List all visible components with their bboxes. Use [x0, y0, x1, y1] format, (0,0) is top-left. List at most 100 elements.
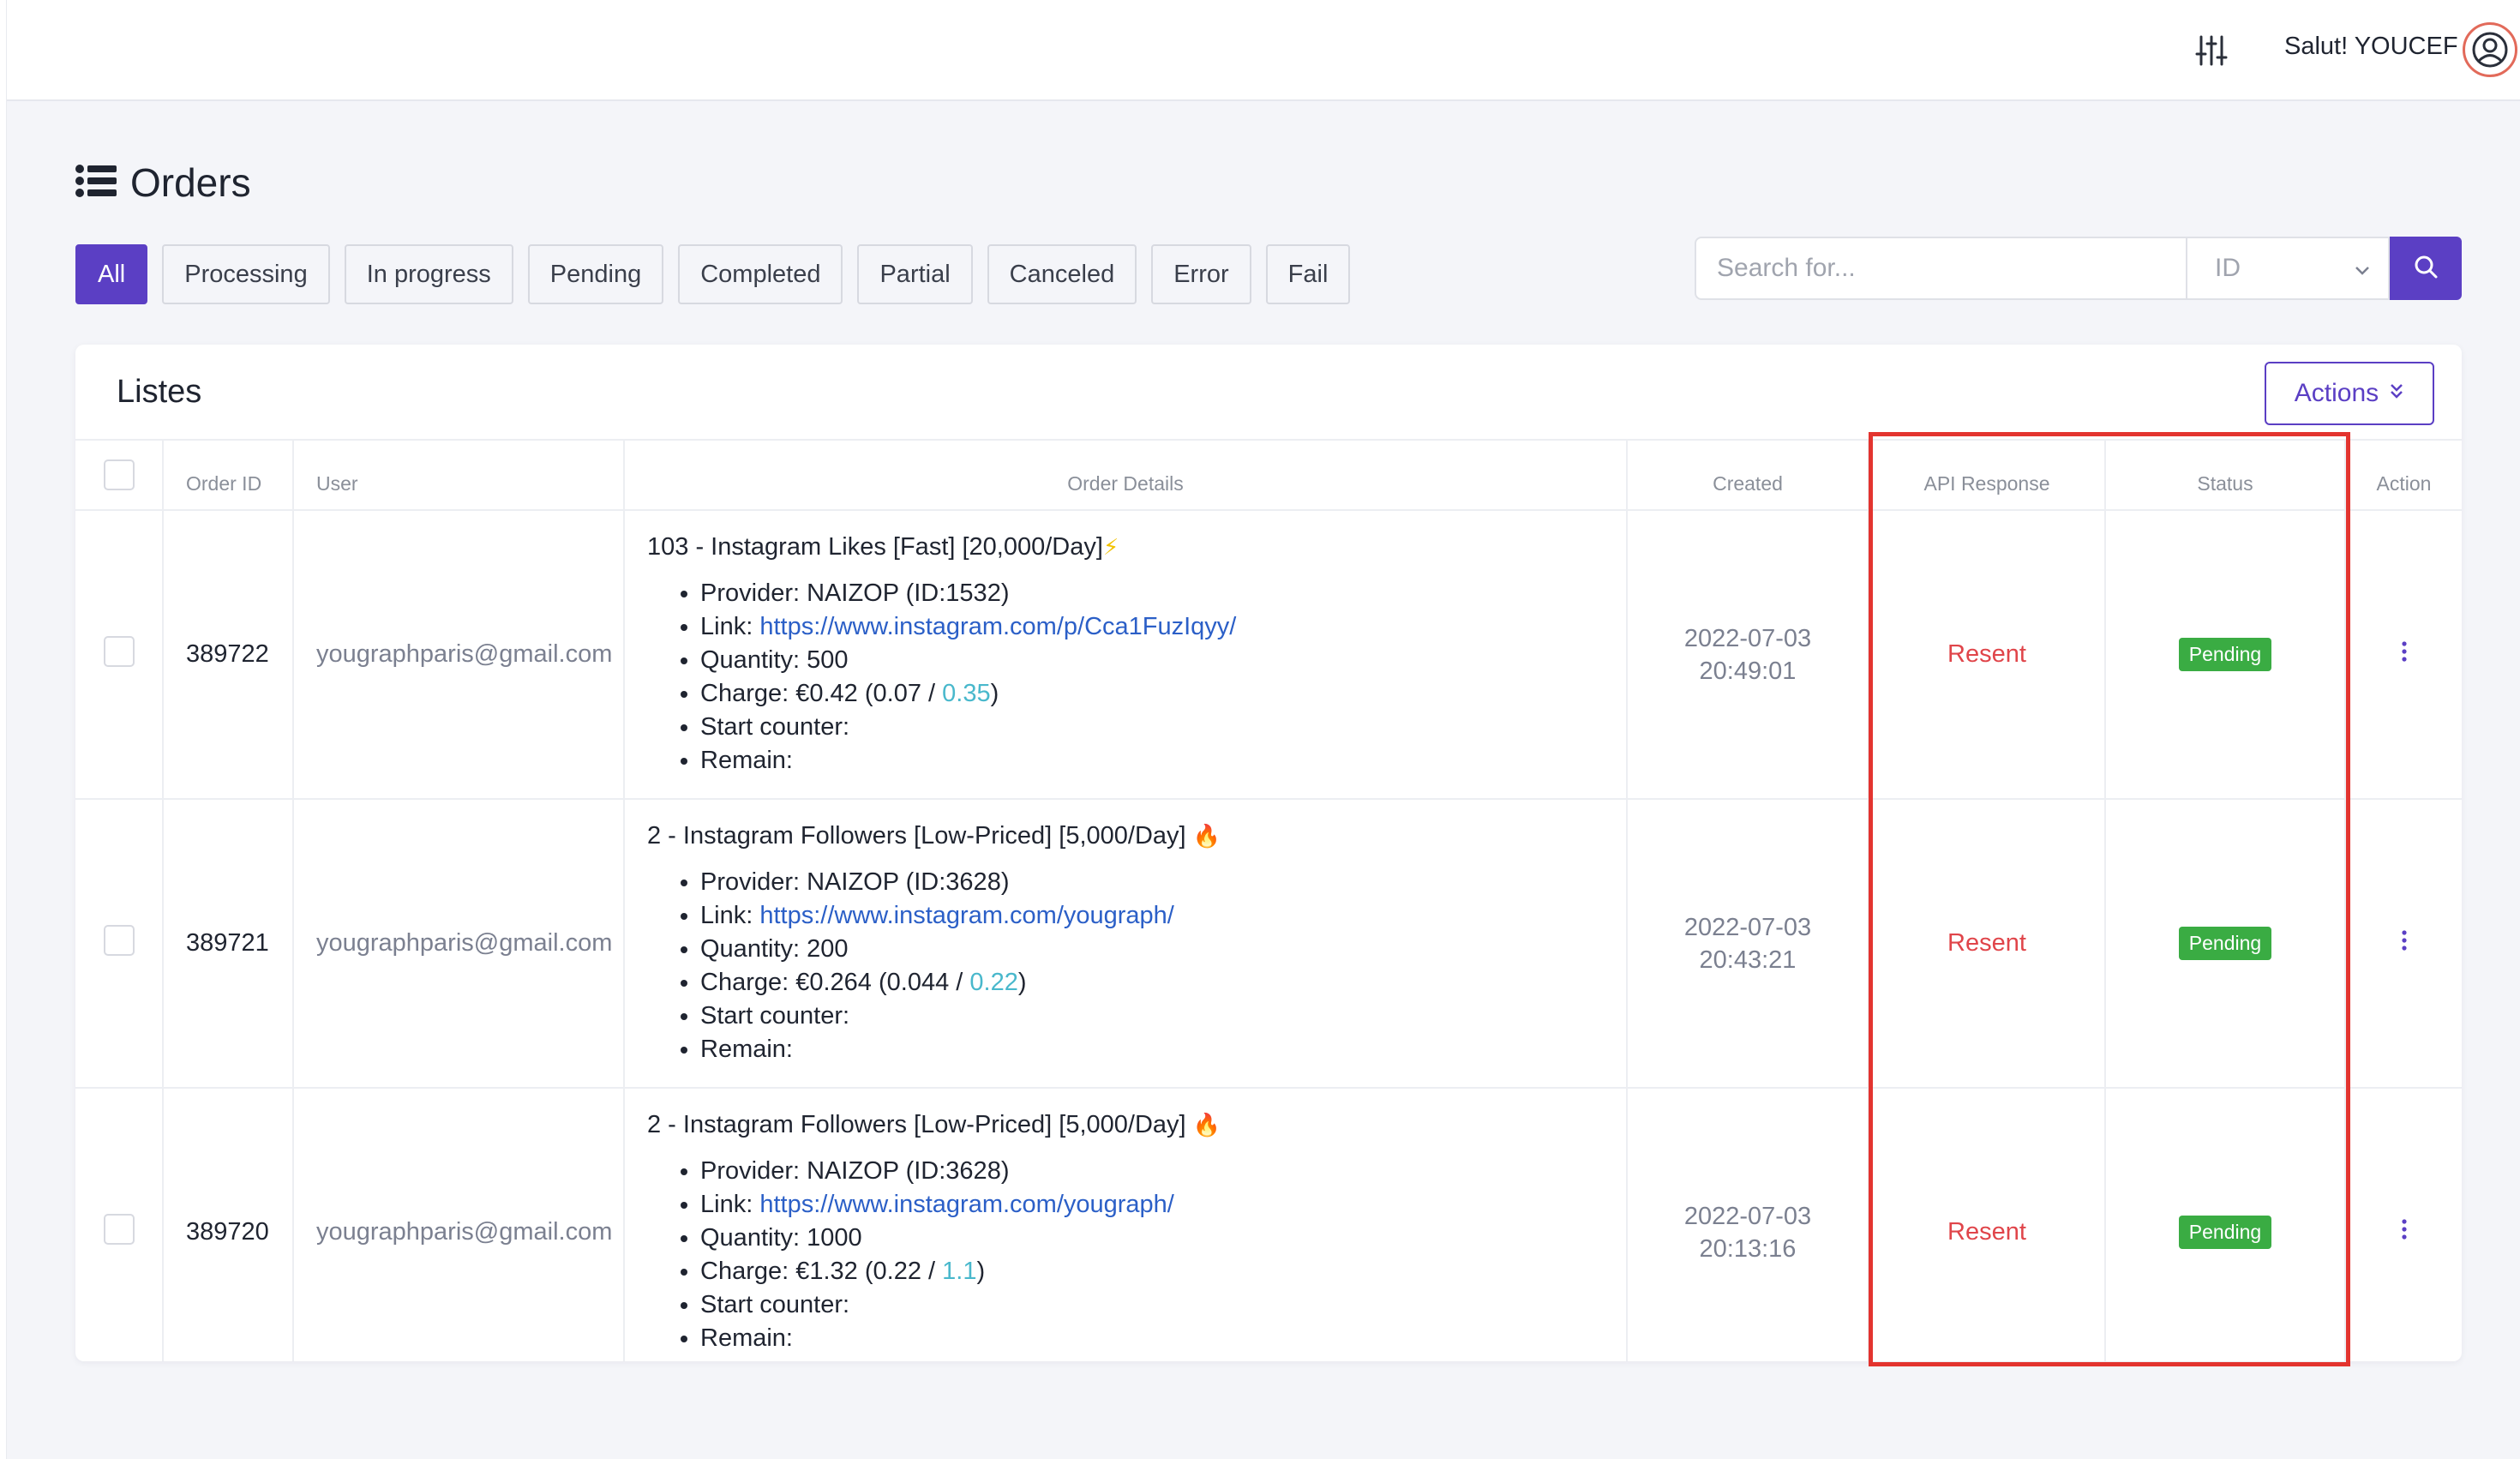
order-link[interactable]: https://www.instagram.com/yougraph/: [759, 1191, 1174, 1218]
charge-rate: 0.22: [969, 969, 1018, 996]
row-action-cell: [2344, 509, 2462, 800]
row-checkbox[interactable]: [103, 1213, 135, 1245]
filter-tab-pending[interactable]: Pending: [527, 244, 664, 304]
filter-tab-error[interactable]: Error: [1151, 244, 1251, 304]
search-field-value: ID: [2215, 254, 2241, 282]
actions-label: Actions: [2294, 379, 2379, 407]
col-user: User: [292, 439, 625, 511]
page-title-text: Orders: [130, 160, 251, 205]
order-user: yougraphparis@gmail.com: [292, 509, 625, 800]
api-response: Resent: [1868, 1087, 2106, 1361]
start-counter: Start counter:: [700, 711, 1604, 744]
order-details: 2 - Instagram Followers [Low-Priced] [5,…: [623, 1087, 1628, 1361]
provider: Provider: NAIZOP (ID:3628): [700, 866, 1604, 899]
sidebar-edge: [0, 0, 7, 1459]
status-badge: Pending: [2178, 638, 2272, 671]
order-id: 389722: [162, 509, 294, 800]
col-created: Created: [1626, 439, 1869, 511]
remain: Remain:: [700, 1033, 1604, 1066]
charge: Charge: €1.32 (0.22 / 1.1): [700, 1255, 1604, 1288]
actions-dropdown-button[interactable]: Actions: [2265, 362, 2434, 425]
provider: Provider: NAIZOP (ID:1532): [700, 577, 1604, 610]
order-id: 389720: [162, 1087, 294, 1361]
user-avatar-icon[interactable]: [2463, 22, 2517, 77]
status-filter-tabs: All Processing In progress Pending Compl…: [75, 244, 1365, 304]
remain: Remain:: [700, 744, 1604, 778]
filter-tab-all[interactable]: All: [75, 244, 148, 304]
remain: Remain:: [700, 1322, 1604, 1355]
filter-tab-completed[interactable]: Completed: [678, 244, 843, 304]
user-greeting[interactable]: Salut! YOUCEF: [2284, 33, 2458, 61]
order-id: 389721: [162, 798, 294, 1089]
row-select-cell: [75, 509, 164, 800]
link-item: Link: https://www.instagram.com/yougraph…: [700, 1188, 1604, 1222]
double-chevron-down-icon: [2389, 379, 2404, 408]
search-input[interactable]: [1695, 237, 2186, 300]
fire-icon: 🔥: [1192, 823, 1221, 849]
created-at: 2022-07-03 20:43:21: [1626, 798, 1869, 1089]
table-header-row: Order ID User Order Details Created API …: [75, 439, 2462, 511]
charge: Charge: €0.42 (0.07 / 0.35): [700, 677, 1604, 711]
filter-tab-in-progress[interactable]: In progress: [344, 244, 513, 304]
more-vertical-icon[interactable]: [2401, 640, 2408, 669]
col-order-id: Order ID: [162, 439, 294, 511]
row-action-cell: [2344, 798, 2462, 1089]
service-name: 2 - Instagram Followers [Low-Priced] [5,…: [647, 1111, 1221, 1138]
more-vertical-icon[interactable]: [2401, 929, 2408, 958]
quantity: Quantity: 1000: [700, 1222, 1604, 1255]
api-response: Resent: [1868, 509, 2106, 800]
order-info-list: Provider: NAIZOP (ID:3628) Link: https:/…: [700, 866, 1604, 1066]
col-status: Status: [2104, 439, 2346, 511]
fire-icon: 🔥: [1192, 1112, 1221, 1138]
row-checkbox[interactable]: [103, 635, 135, 667]
orders-card: Listes Actions Order ID User Order Detai…: [75, 345, 2462, 1361]
status-badge: Pending: [2178, 927, 2272, 960]
status-badge: Pending: [2178, 1216, 2272, 1249]
service-name: 2 - Instagram Followers [Low-Priced] [5,…: [647, 822, 1221, 850]
quantity: Quantity: 500: [700, 644, 1604, 677]
filter-tab-fail[interactable]: Fail: [1265, 244, 1351, 304]
col-order-details: Order Details: [623, 439, 1628, 511]
card-title: Listes: [117, 374, 202, 410]
charge: Charge: €0.264 (0.044 / 0.22): [700, 966, 1604, 1000]
order-info-list: Provider: NAIZOP (ID:1532) Link: https:/…: [700, 577, 1604, 778]
order-details: 103 - Instagram Likes [Fast] [20,000/Day…: [623, 509, 1628, 800]
search-button[interactable]: [2390, 237, 2462, 300]
select-all-cell: [75, 439, 164, 511]
select-all-checkbox[interactable]: [103, 459, 135, 490]
table-row: 389720 yougraphparis@gmail.com 2 - Insta…: [75, 1087, 2462, 1361]
link-item: Link: https://www.instagram.com/yougraph…: [700, 899, 1604, 933]
order-details: 2 - Instagram Followers [Low-Priced] [5,…: [623, 798, 1628, 1089]
order-link[interactable]: https://www.instagram.com/p/Cca1FuzIqyy/: [759, 613, 1236, 640]
filter-tab-canceled[interactable]: Canceled: [987, 244, 1137, 304]
more-vertical-icon[interactable]: [2401, 1218, 2408, 1246]
created-at: 2022-07-03 20:13:16: [1626, 1087, 1869, 1361]
table-row: 389722 yougraphparis@gmail.com 103 - Ins…: [75, 509, 2462, 800]
list-icon: [75, 164, 117, 201]
status-cell: Pending: [2104, 509, 2346, 800]
col-action: Action: [2344, 439, 2462, 511]
row-checkbox[interactable]: [103, 924, 135, 956]
filter-tab-processing[interactable]: Processing: [162, 244, 330, 304]
provider: Provider: NAIZOP (ID:3628): [700, 1155, 1604, 1188]
row-action-cell: [2344, 1087, 2462, 1361]
filter-tab-partial[interactable]: Partial: [857, 244, 973, 304]
top-bar: Salut! YOUCEF: [7, 0, 2520, 101]
orders-table: Order ID User Order Details Created API …: [75, 439, 2462, 1361]
col-api-response: API Response: [1868, 439, 2106, 511]
start-counter: Start counter:: [700, 1288, 1604, 1322]
table-row: 389721 yougraphparis@gmail.com 2 - Insta…: [75, 798, 2462, 1089]
sliders-icon[interactable]: [2188, 27, 2235, 74]
page-title: Orders: [75, 159, 251, 206]
charge-rate: 1.1: [942, 1258, 977, 1285]
search-bar: ID: [1695, 237, 2462, 300]
status-cell: Pending: [2104, 1087, 2346, 1361]
row-select-cell: [75, 1087, 164, 1361]
start-counter: Start counter:: [700, 1000, 1604, 1033]
search-field-select[interactable]: ID: [2186, 237, 2390, 300]
order-user: yougraphparis@gmail.com: [292, 798, 625, 1089]
charge-rate: 0.35: [942, 680, 991, 707]
order-link[interactable]: https://www.instagram.com/yougraph/: [759, 902, 1174, 929]
order-info-list: Provider: NAIZOP (ID:3628) Link: https:/…: [700, 1155, 1604, 1355]
service-name: 103 - Instagram Likes [Fast] [20,000/Day…: [647, 533, 1119, 561]
